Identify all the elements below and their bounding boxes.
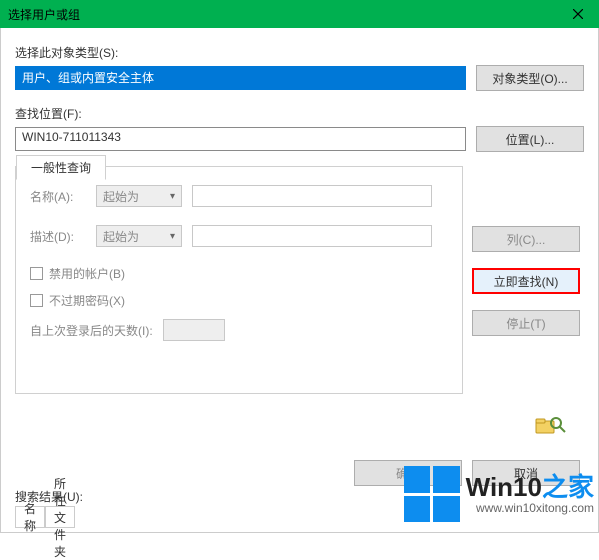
name-input[interactable] bbox=[192, 185, 432, 207]
days-combo[interactable] bbox=[163, 319, 225, 341]
chevron-down-icon: ▾ bbox=[170, 191, 175, 202]
windows-logo-icon bbox=[404, 466, 460, 522]
title-bar: 选择用户或组 bbox=[0, 0, 599, 28]
watermark: Win10之家 www.win10xitong.com bbox=[404, 466, 594, 522]
tab-common-queries[interactable]: 一般性查询 bbox=[16, 155, 106, 180]
find-now-button[interactable]: 立即查找(N) bbox=[472, 268, 580, 294]
desc-input[interactable] bbox=[192, 225, 432, 247]
days-label: 自上次登录后的天数(I): bbox=[30, 322, 153, 339]
window-title: 选择用户或组 bbox=[8, 6, 80, 23]
stop-button[interactable]: 停止(T) bbox=[472, 310, 580, 336]
object-type-label: 选择此对象类型(S): bbox=[15, 44, 584, 61]
close-button[interactable] bbox=[557, 0, 599, 28]
side-buttons: 列(C)... 立即查找(N) 停止(T) bbox=[472, 226, 580, 336]
dialog-body: 选择此对象类型(S): 用户、组或内置安全主体 对象类型(O)... 查找位置(… bbox=[0, 28, 599, 533]
search-folder-icon bbox=[534, 413, 562, 435]
watermark-url: www.win10xitong.com bbox=[466, 502, 594, 515]
query-fieldset: 一般性查询 名称(A): 起始为 ▾ 描述(D): 起始为 ▾ 禁用的帐户(B)… bbox=[15, 166, 463, 394]
location-label: 查找位置(F): bbox=[15, 105, 584, 122]
disabled-accounts-checkbox[interactable] bbox=[30, 267, 43, 280]
no-expire-checkbox[interactable] bbox=[30, 294, 43, 307]
columns-button[interactable]: 列(C)... bbox=[472, 226, 580, 252]
desc-label: 描述(D): bbox=[30, 228, 86, 245]
location-input[interactable]: WIN10-711011343 bbox=[15, 127, 466, 151]
col-folder-header[interactable]: 所在文件夹 bbox=[45, 506, 75, 528]
close-icon bbox=[573, 9, 583, 19]
no-expire-label: 不过期密码(X) bbox=[49, 292, 125, 309]
name-mode-combo[interactable]: 起始为 ▾ bbox=[96, 185, 182, 207]
desc-mode-combo[interactable]: 起始为 ▾ bbox=[96, 225, 182, 247]
locations-button[interactable]: 位置(L)... bbox=[476, 126, 584, 152]
col-name-header[interactable]: 名称 bbox=[15, 506, 45, 528]
disabled-accounts-label: 禁用的帐户(B) bbox=[49, 265, 125, 282]
name-label: 名称(A): bbox=[30, 188, 86, 205]
object-type-input[interactable]: 用户、组或内置安全主体 bbox=[15, 66, 466, 90]
object-types-button[interactable]: 对象类型(O)... bbox=[476, 65, 584, 91]
chevron-down-icon: ▾ bbox=[170, 231, 175, 242]
